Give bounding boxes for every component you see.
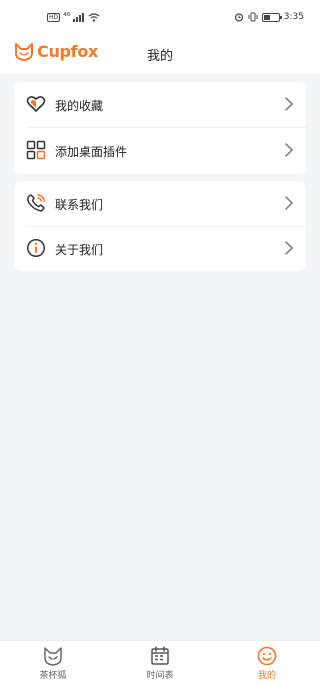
phone-icon	[27, 194, 45, 212]
tab-mine[interactable]: 我的	[227, 645, 307, 681]
calendar-icon	[151, 646, 169, 665]
menu-item-label: 添加桌面插件	[55, 145, 128, 159]
tab-label: 时间表	[146, 671, 174, 681]
chevron-right-icon	[285, 241, 294, 255]
app-header: Cupfox 我的	[0, 36, 320, 74]
alarm-icon	[234, 13, 243, 22]
status-bar: HD ⁴⁶ 3:35	[0, 0, 320, 36]
menu-card-primary: 我的收藏 添加桌面插件	[14, 82, 306, 174]
network-type: ⁴⁶	[63, 12, 71, 22]
menu-item-favorites[interactable]: 我的收藏	[14, 82, 306, 127]
menu-item-about[interactable]: 关于我们	[14, 226, 306, 271]
menu-item-label: 联系我们	[55, 198, 104, 212]
info-icon	[26, 238, 46, 258]
heart-icon	[26, 96, 46, 112]
menu-item-label: 我的收藏	[55, 99, 104, 113]
hd-badge: HD	[47, 12, 61, 22]
menu-item-add-widget[interactable]: 添加桌面插件	[14, 128, 306, 173]
tab-label: 茶杯狐	[39, 671, 67, 681]
wifi-icon	[88, 12, 100, 22]
bottom-tab-bar: 茶杯狐 时间表 我的	[0, 640, 320, 684]
widgets-icon	[26, 140, 46, 160]
status-left: HD ⁴⁶	[47, 12, 100, 22]
chevron-right-icon	[285, 196, 294, 210]
vibrate-icon	[248, 12, 258, 22]
page-title: 我的	[146, 49, 173, 64]
fox-icon	[44, 647, 62, 666]
chevron-right-icon	[285, 143, 294, 157]
status-time: 3:35	[283, 12, 304, 22]
menu-card-secondary: 联系我们 关于我们	[14, 181, 306, 271]
signal-icon	[73, 12, 85, 22]
smiley-icon	[257, 646, 277, 666]
battery-icon	[261, 12, 282, 22]
status-right: 3:35	[234, 12, 304, 22]
tab-label: 我的	[257, 671, 276, 681]
chevron-right-icon	[285, 97, 294, 111]
tab-cupfox[interactable]: 茶杯狐	[13, 645, 93, 681]
menu-item-label: 关于我们	[55, 243, 104, 257]
menu-item-contact[interactable]: 联系我们	[14, 181, 306, 226]
tab-schedule[interactable]: 时间表	[120, 645, 200, 681]
